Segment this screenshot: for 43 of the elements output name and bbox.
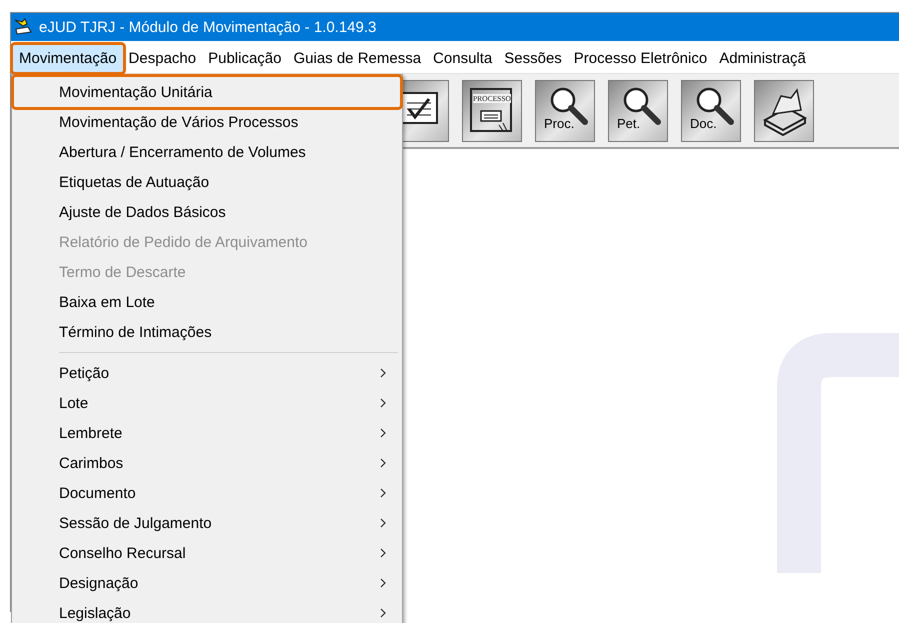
document-hand-icon — [469, 86, 515, 134]
menu-option[interactable]: Abertura / Encerramento de Volumes — [14, 137, 400, 167]
chevron-right-icon — [380, 608, 386, 618]
button-label: Doc. — [690, 116, 717, 130]
app-icon — [13, 17, 33, 37]
menu-option[interactable]: Término de Intimações — [14, 317, 400, 347]
chevron-right-icon — [380, 368, 386, 378]
button-label: Pet. — [617, 116, 640, 130]
menu-item[interactable]: Administraçã — [713, 44, 812, 72]
toolbar-button[interactable] — [754, 80, 814, 142]
menu-option[interactable]: Lote — [14, 388, 400, 418]
menu-option[interactable]: Documento — [14, 478, 400, 508]
menu-option[interactable]: Lembrete — [14, 418, 400, 448]
menu-option[interactable]: Baixa em Lote — [14, 287, 400, 317]
menu-option[interactable]: Ajuste de Dados Básicos — [14, 197, 400, 227]
menu-item[interactable]: Movimentação — [13, 44, 123, 72]
menu-option[interactable]: Designação — [14, 568, 400, 598]
menu-option[interactable]: Movimentação de Vários Processos — [14, 107, 400, 137]
chevron-right-icon — [380, 488, 386, 498]
menu-item[interactable]: Guias de Remessa — [287, 44, 428, 72]
menu-option[interactable]: Sessão de Julgamento — [14, 508, 400, 538]
chevron-right-icon — [380, 518, 386, 528]
button-label: Proc. — [544, 116, 574, 130]
menu-option[interactable]: Carimbos — [14, 448, 400, 478]
menu-item[interactable]: Despacho — [122, 44, 202, 72]
chevron-right-icon — [380, 398, 386, 408]
menu-item[interactable]: Sessões — [498, 44, 568, 72]
chevron-right-icon — [380, 428, 386, 438]
window-title: eJUD TJRJ - Módulo de Movimentação - 1.0.149.3 — [39, 18, 376, 36]
menu-option[interactable]: Legislação — [14, 598, 400, 623]
chevron-right-icon — [380, 458, 386, 468]
menu-option[interactable]: Movimentação Unitária — [14, 77, 400, 107]
toolbar-button[interactable]: Pet. — [608, 80, 668, 142]
chevron-right-icon — [380, 578, 386, 588]
menu-item[interactable]: Publicação — [202, 44, 288, 72]
chevron-right-icon — [380, 548, 386, 558]
menu-option[interactable]: Petição — [14, 358, 400, 388]
toolbar-button[interactable]: Proc. — [535, 80, 595, 142]
toolbar-button[interactable]: Doc. — [681, 80, 741, 142]
menu-item[interactable]: Processo Eletrônico — [568, 44, 714, 72]
menu-item[interactable]: Consulta — [427, 44, 498, 72]
menu-option[interactable]: Etiquetas de Autuação — [14, 167, 400, 197]
menu-option[interactable]: Conselho Recursal — [14, 538, 400, 568]
